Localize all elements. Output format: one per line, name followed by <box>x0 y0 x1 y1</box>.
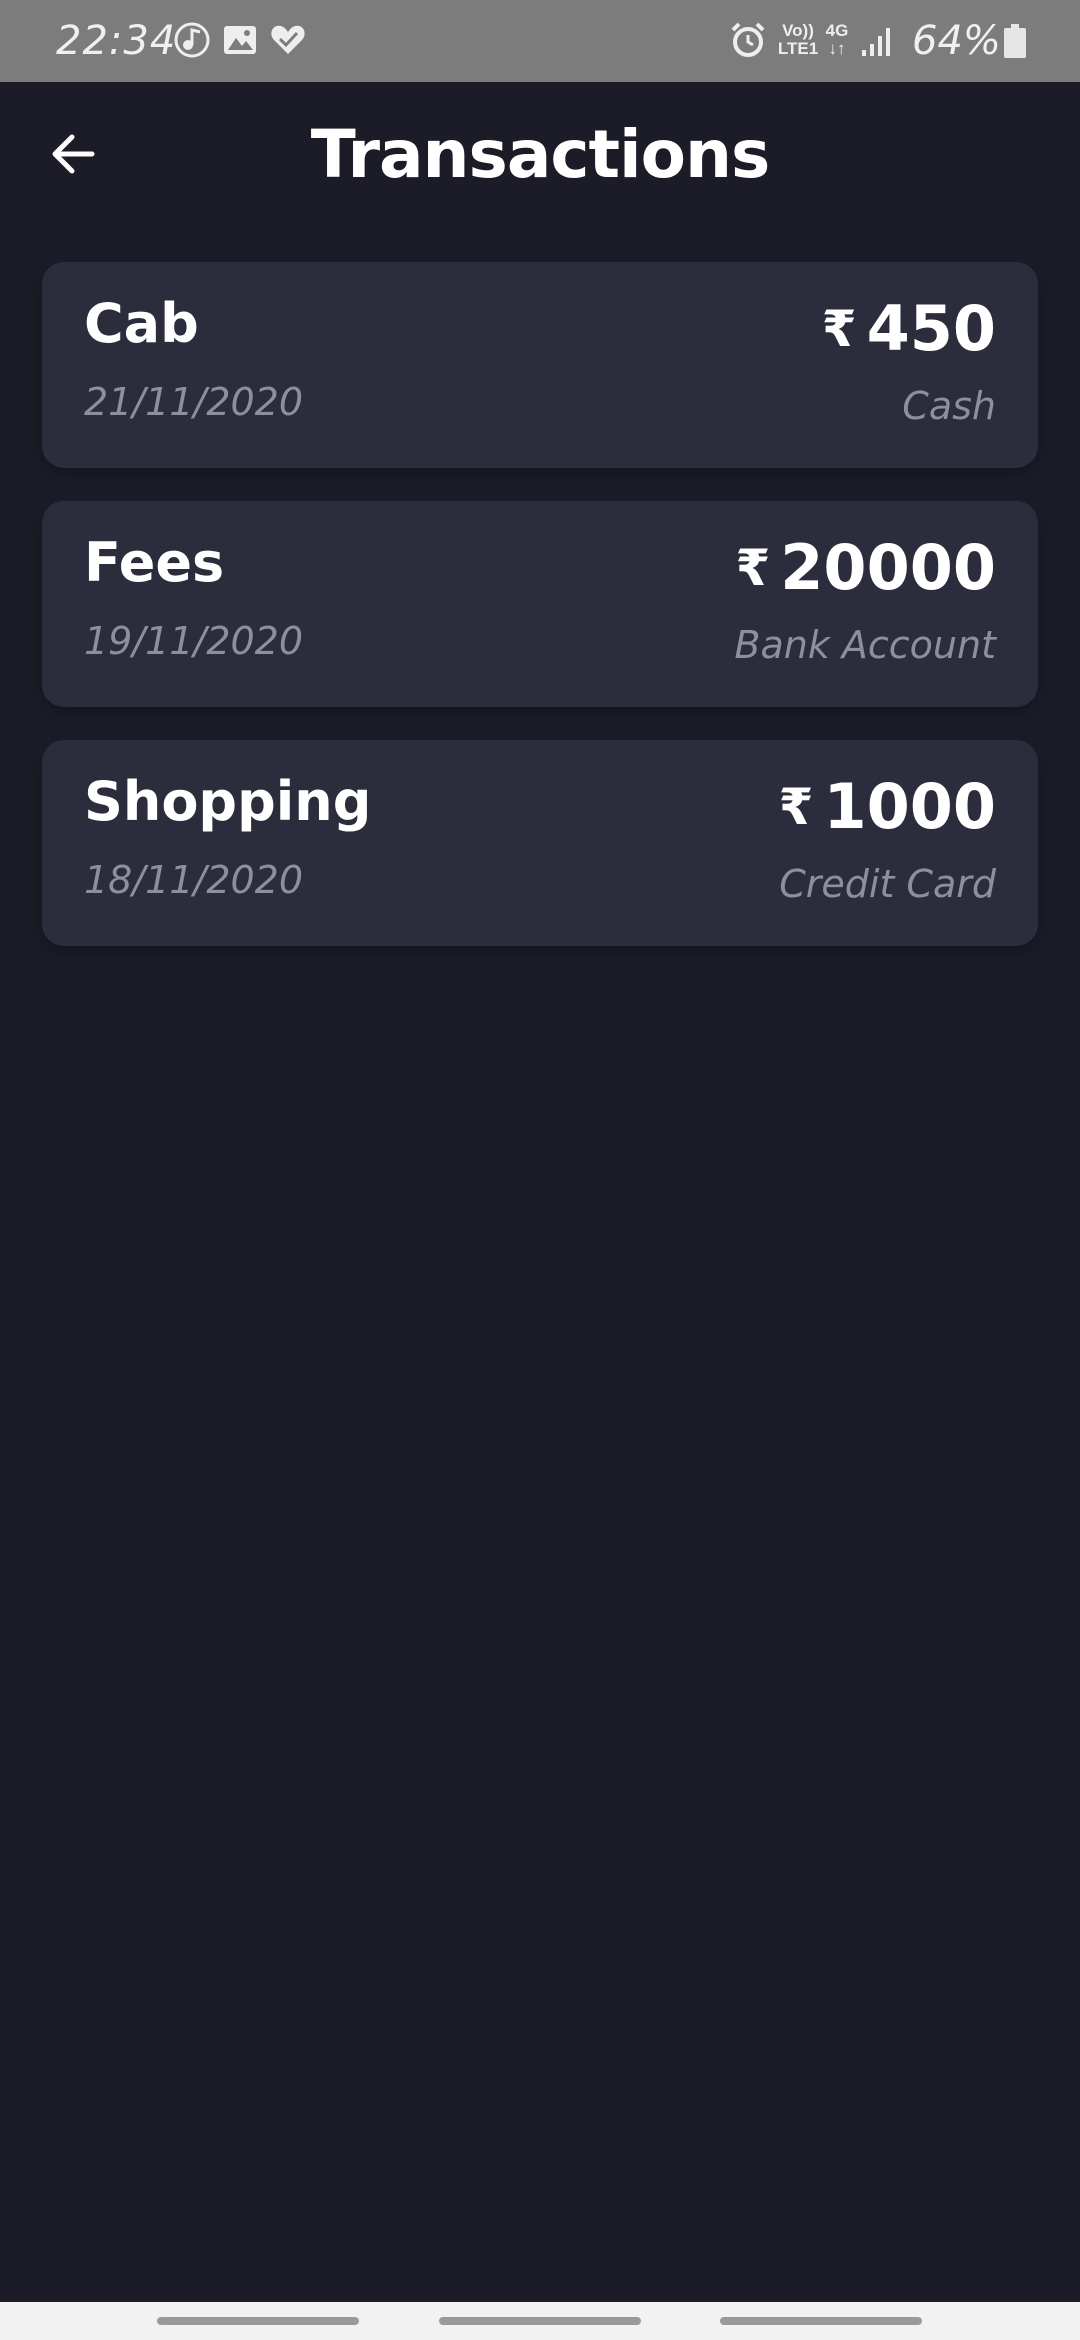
transaction-date: 18/11/2020 <box>84 858 304 902</box>
transaction-amount: ₹1000 <box>779 770 996 843</box>
transaction-name: Fees <box>84 531 225 594</box>
volte-indicator: Vo)) LTE1 <box>777 21 819 58</box>
transaction-card[interactable]: Cab 21/11/2020 ₹450 Cash <box>42 262 1038 468</box>
transaction-amount: ₹20000 <box>736 531 997 604</box>
heart-check-icon <box>271 25 305 54</box>
alarm-icon <box>731 22 765 57</box>
app-header: Transactions <box>0 82 1080 232</box>
status-bar: 22:34 Vo)) LTE1 4G ↓↑ 64% <box>0 0 1080 82</box>
transaction-date: 19/11/2020 <box>84 619 304 663</box>
transaction-card[interactable]: Fees 19/11/2020 ₹20000 Bank Account <box>42 501 1038 707</box>
transaction-name: Shopping <box>84 770 372 833</box>
payment-method: Credit Card <box>779 862 996 906</box>
transaction-date: 21/11/2020 <box>84 380 304 424</box>
rupee-icon: ₹ <box>821 300 857 358</box>
transaction-name: Cab <box>84 292 199 355</box>
payment-method: Bank Account <box>734 623 996 667</box>
network-type-indicator: 4G ↓↑ <box>825 21 849 58</box>
nav-back-button[interactable] <box>720 2317 922 2325</box>
transaction-amount: ₹450 <box>822 292 996 365</box>
battery-icon <box>1004 24 1026 58</box>
rupee-icon: ₹ <box>735 539 771 597</box>
nav-recents-button[interactable] <box>157 2317 359 2325</box>
amount-value: 450 <box>866 292 996 365</box>
signal-icon <box>862 28 890 56</box>
nav-home-button[interactable] <box>439 2317 641 2325</box>
page-title: Transactions <box>310 116 771 193</box>
amount-value: 20000 <box>780 531 996 604</box>
transaction-card[interactable]: Shopping 18/11/2020 ₹1000 Credit Card <box>42 740 1038 946</box>
payment-method: Cash <box>902 384 996 428</box>
status-time: 22:34 <box>56 18 177 64</box>
music-note-icon <box>174 22 210 58</box>
amount-value: 1000 <box>823 770 996 843</box>
rupee-icon: ₹ <box>778 778 814 836</box>
image-icon <box>224 26 256 54</box>
battery-percentage: 64% <box>912 18 1001 64</box>
system-nav-bar <box>0 2302 1080 2340</box>
transaction-list: Cab 21/11/2020 ₹450 Cash Fees 19/11/2020… <box>42 262 1038 979</box>
